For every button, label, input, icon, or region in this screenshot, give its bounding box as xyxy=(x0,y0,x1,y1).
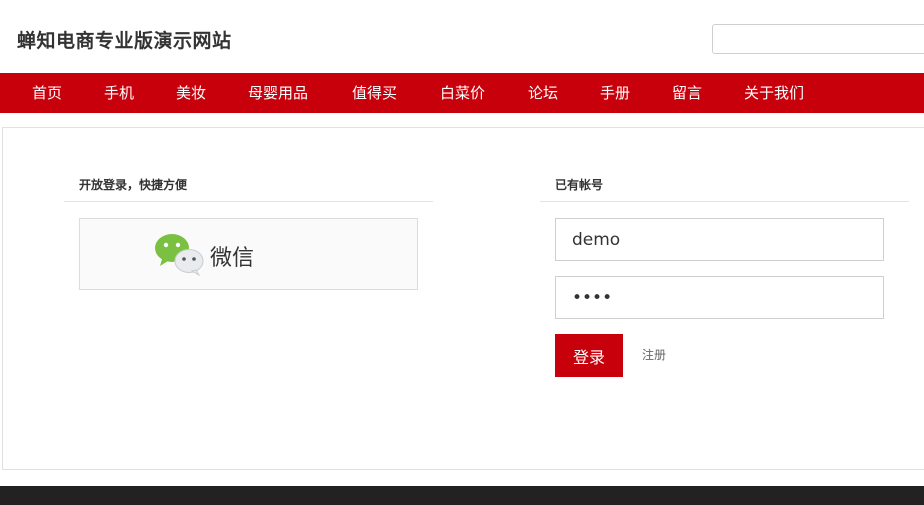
username-input[interactable] xyxy=(555,218,884,261)
wechat-login-button[interactable]: 微信 xyxy=(79,218,418,290)
nav-item-beauty[interactable]: 美妆 xyxy=(176,73,206,113)
password-input[interactable] xyxy=(555,276,884,319)
site-title: 蝉知电商专业版演示网站 xyxy=(17,30,232,52)
nav-item-forum[interactable]: 论坛 xyxy=(528,73,558,113)
nav-item-about[interactable]: 关于我们 xyxy=(744,73,804,113)
wechat-icon xyxy=(155,234,204,276)
nav-item-phones[interactable]: 手机 xyxy=(104,73,134,113)
site-header: 蝉知电商专业版演示网站 xyxy=(0,0,924,73)
search-input[interactable] xyxy=(712,24,924,54)
nav-item-deals[interactable]: 值得买 xyxy=(352,73,397,113)
login-button[interactable]: 登录 xyxy=(555,334,623,377)
main-nav: 首页 手机 美妆 母婴用品 值得买 白菜价 论坛 手册 留言 关于我们 xyxy=(0,73,924,113)
account-login-divider xyxy=(540,201,909,202)
nav-item-manual[interactable]: 手册 xyxy=(600,73,630,113)
site-footer xyxy=(0,486,924,505)
account-login-title: 已有帐号 xyxy=(555,178,604,192)
open-login-divider xyxy=(64,201,433,202)
wechat-label: 微信 xyxy=(210,246,255,271)
register-link[interactable]: 注册 xyxy=(642,346,666,363)
open-login-title: 开放登录，快捷方便 xyxy=(79,178,188,192)
nav-item-bargains[interactable]: 白菜价 xyxy=(440,73,485,113)
nav-item-home[interactable]: 首页 xyxy=(32,73,62,113)
nav-item-messages[interactable]: 留言 xyxy=(672,73,702,113)
nav-item-baby[interactable]: 母婴用品 xyxy=(248,73,308,113)
